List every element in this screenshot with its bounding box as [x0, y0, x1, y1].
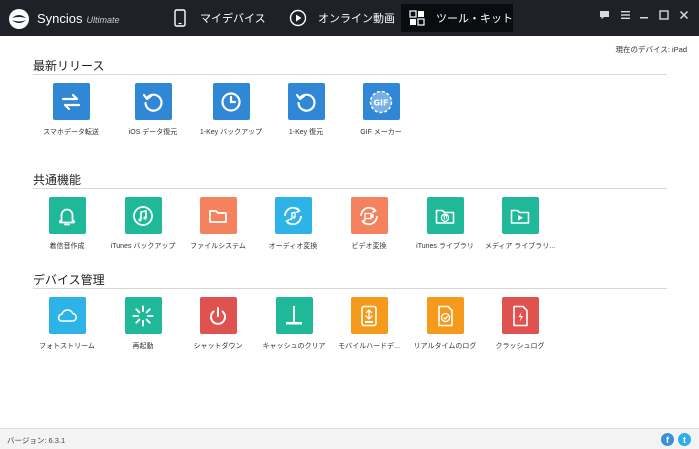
tool-label: シャットダウン [193, 343, 243, 350]
play-icon [288, 8, 308, 28]
tool-label: スマホデータ転送 [43, 129, 99, 136]
tab-toolkit[interactable]: ツール・キット [401, 4, 513, 32]
tab-my-device[interactable]: マイデバイス [166, 4, 286, 32]
tool-media-library[interactable]: メディア ライブラリ... [480, 197, 560, 251]
tool-label: GIF メーカー [360, 129, 402, 136]
section-divider [33, 188, 667, 189]
tool-ios-data-restore[interactable]: iOS データ復元 [113, 83, 193, 137]
tool-label: ファイルシステム [190, 243, 246, 250]
folder-icon [199, 197, 237, 234]
audio-convert-icon [274, 197, 312, 234]
phone-icon [170, 8, 190, 28]
close-icon[interactable] [676, 7, 692, 23]
video-convert-icon [350, 197, 388, 234]
transfer-icon [52, 83, 90, 120]
tool-mobile-hard-drive[interactable]: モバイルハードデ... [329, 297, 409, 351]
tool-photo-stream[interactable]: フォトストリーム [27, 297, 107, 351]
tool-label: 1-Key バックアップ [199, 129, 263, 136]
tool-gif-maker[interactable]: GIF GIF メーカー [341, 83, 421, 137]
tab-online-video-label: オンライン動画 [318, 13, 395, 25]
app-edition: Ultimate [86, 15, 120, 25]
app-name: Syncios [37, 11, 83, 26]
cloud-icon [48, 297, 86, 334]
section-divider [33, 74, 667, 75]
media-folder-icon [501, 197, 539, 234]
version-label: バージョン: 6.3.1 [7, 436, 66, 445]
backup-clock-icon [212, 83, 250, 120]
tool-label: 再起動 [132, 343, 154, 350]
menu-icon[interactable] [617, 7, 633, 23]
section-divider [33, 288, 667, 289]
tool-file-system[interactable]: ファイルシステム [178, 197, 258, 251]
tool-ringtone-maker[interactable]: 着信音作成 [27, 197, 107, 251]
tool-one-key-restore[interactable]: 1-Key 復元 [266, 83, 346, 137]
section-title-common: 共通機能 [33, 173, 82, 187]
tool-clear-cache[interactable]: キャッシュのクリア [254, 297, 334, 351]
tool-audio-converter[interactable]: オーディオ変換 [253, 197, 333, 251]
tool-realtime-log[interactable]: リアルタイムのログ [405, 297, 485, 351]
tool-label: クラッシュログ [495, 343, 545, 350]
minimize-icon[interactable] [636, 7, 652, 23]
gif-icon: GIF [362, 83, 400, 120]
crash-log-icon [501, 297, 539, 334]
tool-label: モバイルハードデ... [338, 343, 400, 350]
restore-icon [287, 83, 325, 120]
tool-reboot[interactable]: 再起動 [103, 297, 183, 351]
tool-label: 着信音作成 [49, 243, 85, 250]
tool-crash-log[interactable]: クラッシュログ [480, 297, 560, 351]
section-title-latest: 最新リリース [33, 59, 105, 73]
itunes-note-icon [124, 197, 162, 234]
twitter-icon[interactable]: t [678, 433, 691, 446]
maximize-icon[interactable] [656, 7, 672, 23]
facebook-icon[interactable]: f [661, 433, 674, 446]
toolkit-grid-icon [407, 8, 426, 28]
restore-icon [134, 83, 172, 120]
tool-label: 1-Key 復元 [288, 129, 324, 136]
usb-drive-icon [350, 297, 388, 334]
tool-label: オーディオ変換 [268, 243, 318, 250]
syncios-logo [9, 9, 29, 29]
tool-one-key-backup[interactable]: 1-Key バックアップ [191, 83, 271, 137]
tool-itunes-library[interactable]: iTunes ライブラリ [405, 197, 485, 251]
section-title-device-management: デバイス管理 [33, 273, 105, 287]
power-icon [199, 297, 237, 334]
message-icon[interactable] [596, 7, 612, 23]
title-bar: Syncios Ultimate マイデバイス オンライン動画 ツール・キット [0, 0, 699, 36]
reboot-icon [124, 297, 162, 334]
tool-phone-transfer[interactable]: スマホデータ転送 [31, 83, 111, 137]
current-device-label: 現在のデバイス: iPad [615, 45, 687, 54]
tool-label: iTunes バックアップ [110, 243, 176, 250]
tool-label: メディア ライブラリ... [484, 243, 556, 250]
realtime-log-icon [426, 297, 464, 334]
clear-cache-icon [275, 297, 313, 334]
tool-video-converter[interactable]: ビデオ変換 [329, 197, 409, 251]
tool-label: フォトストリーム [39, 343, 95, 350]
tab-online-video[interactable]: オンライン動画 [284, 4, 402, 32]
tab-toolkit-label: ツール・キット [436, 13, 513, 25]
svg-text:GIF: GIF [373, 98, 388, 107]
tool-label: iTunes ライブラリ [416, 243, 474, 250]
tool-label: リアルタイムのログ [413, 343, 477, 350]
tool-label: キャッシュのクリア [262, 343, 326, 350]
music-folder-icon [426, 197, 464, 234]
status-bar: バージョン: 6.3.1 f t [0, 428, 699, 449]
tool-shutdown[interactable]: シャットダウン [178, 297, 258, 351]
tab-my-device-label: マイデバイス [200, 13, 266, 25]
app-brand: Syncios Ultimate [37, 11, 120, 26]
bell-icon [48, 197, 86, 234]
tool-label: iOS データ復元 [128, 129, 178, 136]
tool-label: ビデオ変換 [351, 243, 387, 250]
tool-itunes-backup[interactable]: iTunes バックアップ [103, 197, 183, 251]
